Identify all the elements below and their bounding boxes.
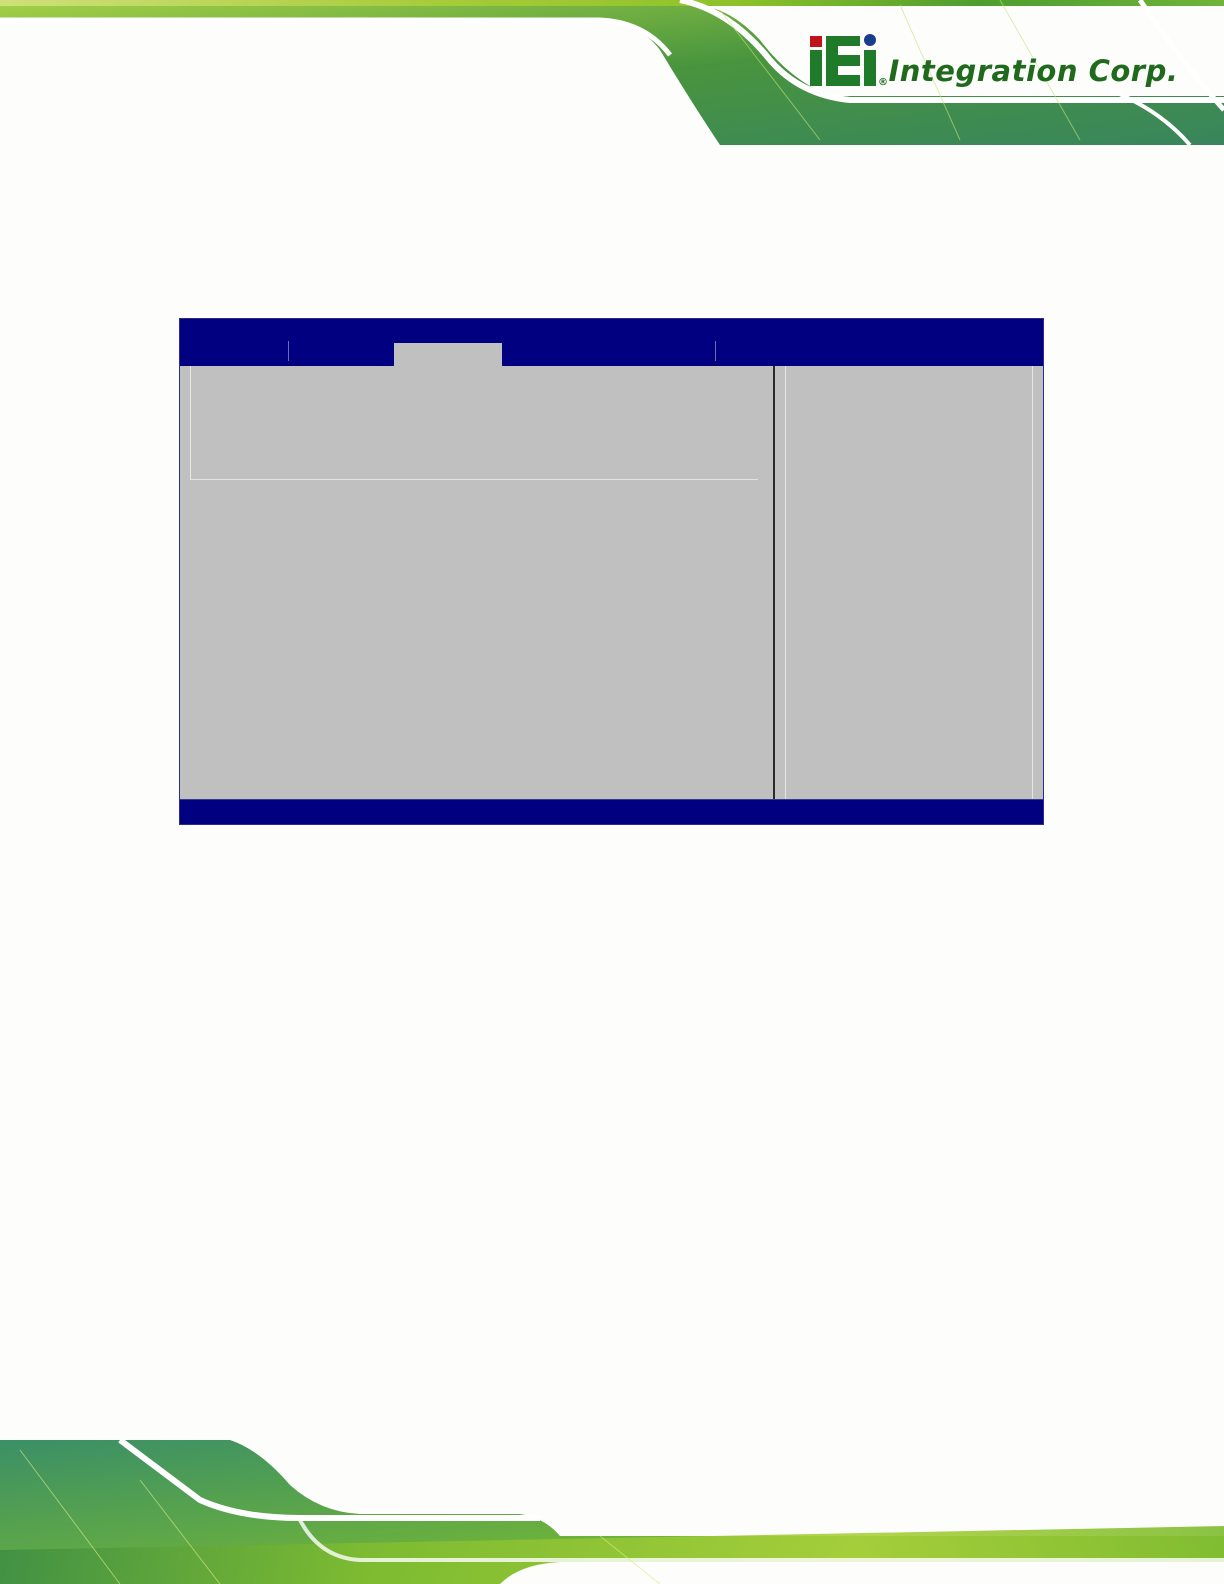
bios-status-bar <box>180 799 1043 824</box>
logo-text: Integration Corp. <box>888 54 1179 88</box>
bios-screen <box>179 318 1044 825</box>
bios-help-panel <box>775 366 1043 799</box>
panel-frame-line <box>190 479 758 480</box>
bios-active-tab[interactable] <box>394 343 502 366</box>
iei-logo-icon <box>810 34 876 86</box>
footer-banner <box>0 1440 1224 1584</box>
help-frame-line <box>785 366 786 799</box>
tab-divider <box>715 341 716 361</box>
registered-mark: ® <box>878 77 889 88</box>
logo-wordmark: ®Integration Corp. <box>878 54 1178 88</box>
help-frame-line <box>1032 366 1033 799</box>
bios-menu-bar <box>180 319 1043 366</box>
panel-frame-line <box>190 366 191 479</box>
tab-divider <box>288 341 289 361</box>
bios-main-panel <box>180 366 772 799</box>
company-logo: ®Integration Corp. <box>808 30 1188 94</box>
